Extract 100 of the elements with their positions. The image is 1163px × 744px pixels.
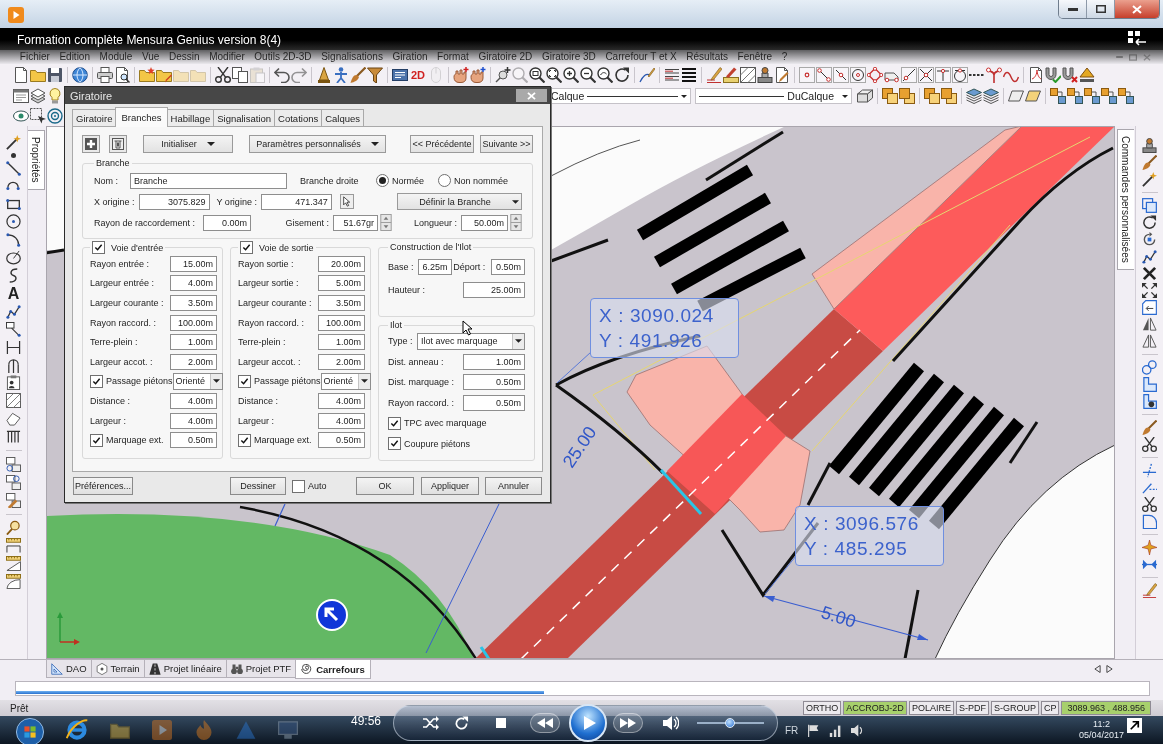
input-field[interactable]: 3.50m [318, 295, 365, 311]
input-field[interactable]: 0.50m [463, 394, 525, 411]
ruler-pencil-icon[interactable] [723, 67, 740, 83]
snap-intersection-icon[interactable] [918, 67, 935, 83]
status-toggle[interactable]: ACCROBJ-2D [843, 701, 907, 715]
minimize-button[interactable] [1059, 0, 1087, 18]
leader-icon[interactable] [6, 321, 21, 337]
stack-icon[interactable] [983, 88, 999, 104]
snap-tangent-icon[interactable] [952, 67, 969, 83]
tab[interactable]: Giratoire [72, 109, 117, 126]
checkbox[interactable] [388, 437, 401, 451]
input-field[interactable]: 20.00m [318, 255, 365, 272]
volume-button[interactable] [662, 714, 680, 732]
thick-lines-icon[interactable] [681, 67, 698, 83]
triangle-base-icon[interactable] [1079, 67, 1096, 83]
checkbox[interactable] [292, 479, 305, 493]
tab[interactable]: Habillage [166, 109, 215, 126]
previous-button[interactable] [530, 713, 560, 733]
ruler-quarter-icon[interactable] [6, 574, 21, 590]
mirror-outline-icon[interactable] [1142, 334, 1157, 349]
input-field[interactable]: 5.00m [318, 275, 365, 292]
dropdown[interactable]: Orienté [172, 372, 223, 390]
ruler-icon[interactable] [6, 538, 21, 554]
status-toggle[interactable]: ORTHO [803, 701, 842, 715]
dropdown[interactable]: Définir la Branche [397, 193, 522, 210]
menu-item[interactable]: Giratoire 3D [537, 51, 601, 63]
radio-button[interactable] [437, 174, 451, 187]
input-field[interactable]: 3075.829 [138, 193, 210, 210]
maximize-button[interactable] [1087, 0, 1115, 18]
magnifier-curve-icon[interactable] [597, 67, 614, 83]
menu-item[interactable]: ? [776, 51, 792, 63]
seek-bar[interactable] [15, 681, 1150, 696]
scissors-icon[interactable] [1142, 497, 1157, 512]
scroll-right-icon[interactable] [1106, 665, 1113, 673]
squares-front-icon[interactable] [924, 88, 940, 104]
input-field[interactable]: 1.00m [463, 353, 525, 370]
expand-arrows-icon[interactable] [1142, 283, 1157, 298]
globe-icon[interactable] [72, 67, 88, 83]
text-tool-button[interactable]: A [7, 286, 20, 301]
snap-end-icon[interactable] [816, 67, 833, 83]
scroll-left-icon[interactable] [1094, 665, 1101, 673]
join-arrows-icon[interactable] [1142, 557, 1157, 572]
dialog-button[interactable]: Annuler [485, 477, 542, 495]
dialog-button[interactable]: OK [356, 477, 414, 495]
pdf-page-icon[interactable] [1028, 67, 1045, 83]
start-orb-icon[interactable] [16, 718, 44, 744]
brush-icon[interactable] [350, 67, 366, 83]
media-tile-icon[interactable] [152, 720, 172, 740]
id-card-icon[interactable] [6, 375, 21, 391]
input-field[interactable]: 4.00m [170, 275, 217, 292]
view-mode-button[interactable]: 2D [409, 67, 428, 83]
menu-item[interactable]: Edition [54, 51, 95, 63]
document-tab[interactable]: DAO [46, 660, 92, 678]
document-tab[interactable]: Terrain [90, 660, 145, 678]
magnifier-plus-icon[interactable] [563, 67, 580, 83]
play-button[interactable] [569, 704, 607, 742]
custom-commands-tab[interactable]: Commandes personnalisées [1117, 129, 1134, 270]
block-circle-icon[interactable] [6, 474, 21, 490]
copy-squares-icon[interactable] [1142, 198, 1157, 213]
document-tab[interactable]: Carrefours [295, 660, 371, 679]
menu-button[interactable]: Paramètres personnalisés [249, 135, 386, 153]
close-button[interactable] [1115, 0, 1159, 18]
blocks-icon[interactable] [1067, 88, 1083, 104]
radio-button[interactable] [375, 174, 389, 187]
menu-item[interactable]: Fenêtre [732, 51, 777, 63]
linetype-dropdown[interactable]: DuCalque [695, 88, 852, 104]
magnet-check-icon[interactable] [1045, 67, 1062, 83]
ring-swoosh-icon[interactable] [66, 719, 88, 741]
checkbox[interactable] [240, 241, 253, 254]
input-field[interactable]: 2.00m [318, 353, 365, 370]
menu-item[interactable]: Module [94, 51, 138, 63]
document-tab[interactable]: Projet linéaire [143, 660, 227, 678]
page-magnifier-icon[interactable] [114, 67, 130, 83]
menu-item[interactable]: Dessin [164, 51, 205, 63]
checkbox[interactable] [92, 241, 105, 254]
pencil-lines-icon[interactable] [1142, 583, 1157, 598]
target-circle-icon[interactable] [47, 108, 63, 124]
input-field[interactable]: 2.00m [170, 353, 217, 370]
menu-item[interactable]: Outils 2D-3D [249, 51, 317, 63]
menu-item[interactable]: Signalisations [316, 51, 388, 63]
pipe-icon[interactable] [1142, 377, 1157, 392]
stamp-icon[interactable] [1142, 138, 1157, 153]
mirror-icon[interactable] [1142, 317, 1157, 332]
snap-nearest-icon[interactable] [901, 67, 918, 83]
input-field[interactable]: 15.00m [170, 255, 217, 272]
checkbox[interactable] [388, 416, 401, 430]
menu-button[interactable]: Initialiser [143, 135, 233, 153]
figure-points-icon[interactable] [1142, 249, 1157, 264]
wand-icon[interactable] [6, 135, 21, 150]
status-toggle[interactable]: CP [1040, 701, 1060, 715]
volume-thumb[interactable] [724, 718, 735, 728]
dropdown[interactable]: Orienté [320, 372, 371, 390]
rotate-circle-icon[interactable] [1142, 215, 1157, 230]
tab[interactable]: Branches [115, 107, 168, 127]
tab[interactable]: Calques [321, 109, 365, 126]
checkbox[interactable] [238, 433, 251, 447]
speaker-icon[interactable] [851, 723, 865, 737]
clipboard-icon[interactable] [249, 67, 265, 83]
page-icon[interactable] [13, 67, 29, 83]
parallelogram-icon[interactable] [1025, 88, 1041, 104]
